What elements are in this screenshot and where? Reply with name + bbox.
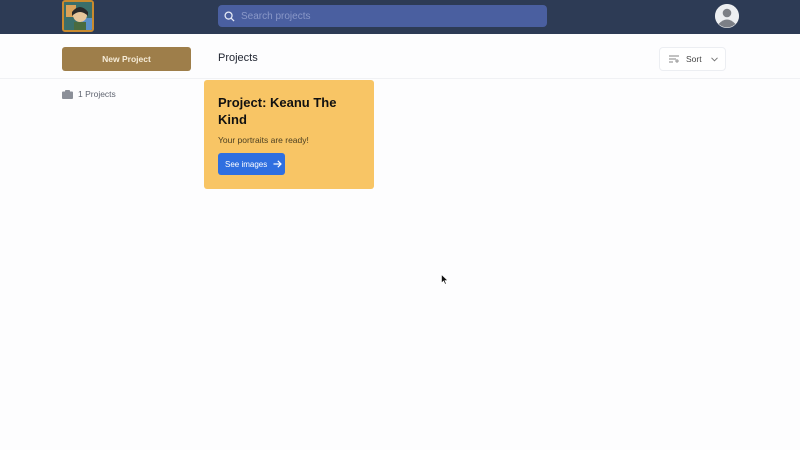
chevron-down-icon <box>710 56 718 62</box>
project-count: 1 Projects <box>62 89 116 99</box>
search-input[interactable] <box>241 7 531 25</box>
project-card[interactable]: Project: Keanu The Kind Your portraits a… <box>204 80 374 189</box>
project-card-subtitle: Your portraits are ready! <box>218 135 309 145</box>
see-images-button[interactable]: See images <box>218 153 285 175</box>
folder-icon <box>62 89 73 99</box>
sort-label: Sort <box>686 54 702 64</box>
user-avatar-icon[interactable] <box>715 4 739 28</box>
sort-button[interactable]: Sort <box>659 47 726 71</box>
see-images-label: See images <box>225 159 268 169</box>
project-count-label: 1 Projects <box>78 89 116 99</box>
search-icon <box>224 10 235 22</box>
project-card-title: Project: Keanu The Kind <box>218 95 337 127</box>
top-bar <box>0 0 800 34</box>
header-divider <box>0 78 800 79</box>
arrow-right-icon <box>273 160 283 168</box>
new-project-button[interactable]: New Project <box>62 47 191 71</box>
sort-icon <box>669 55 679 63</box>
search-bar[interactable] <box>218 5 547 27</box>
app-logo[interactable] <box>62 0 94 32</box>
page-title: Projects <box>218 52 258 64</box>
mouse-cursor-icon <box>441 274 449 285</box>
